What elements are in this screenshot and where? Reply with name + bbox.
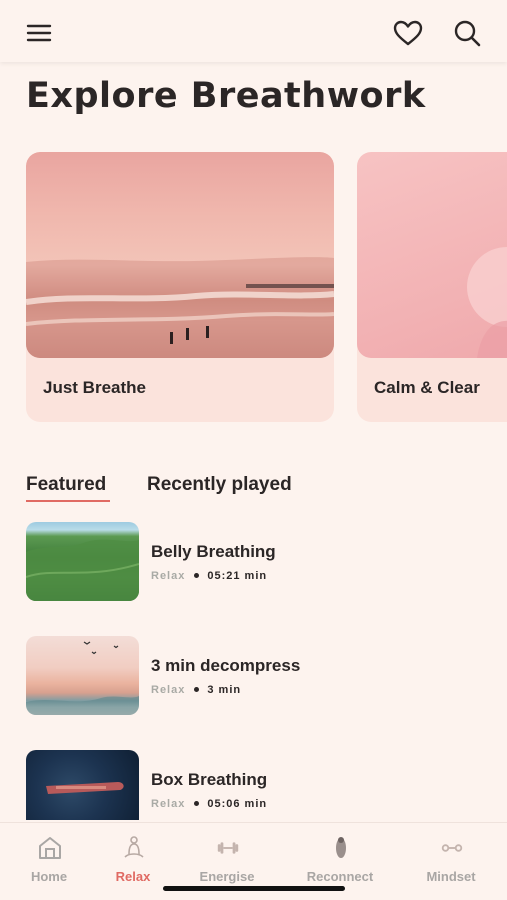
card-label: Calm & Clear xyxy=(374,378,480,397)
session-title: Box Breathing xyxy=(151,770,268,789)
session-duration: 3 min xyxy=(207,684,242,696)
session-meta: Relax 3 min xyxy=(151,684,241,696)
session-category: Relax xyxy=(151,684,186,696)
carousel-card-calm-clear[interactable]: Calm & Clear xyxy=(357,152,507,422)
home-icon xyxy=(37,835,63,861)
list-item[interactable]: Belly Breathing Relax 05:21 min xyxy=(26,522,486,602)
featured-carousel[interactable]: Just Breathe Calm & Clear xyxy=(0,152,507,424)
figure-icon xyxy=(328,835,354,861)
green-hills-thumbnail xyxy=(26,522,139,601)
nav-item-energise[interactable]: Energise xyxy=(182,833,272,891)
search-icon[interactable] xyxy=(450,16,484,50)
pink-abstract-image xyxy=(357,152,507,358)
tab-recently-played[interactable]: Recently played xyxy=(147,474,292,496)
list-item[interactable]: Box Breathing Relax 05:06 min xyxy=(26,750,486,820)
separator-dot xyxy=(194,801,200,807)
nav-label: Mindset xyxy=(426,869,476,884)
nav-label: Energise xyxy=(199,869,255,884)
separator-dot xyxy=(194,573,200,579)
session-category: Relax xyxy=(151,570,186,582)
session-meta: Relax 05:21 min xyxy=(151,570,267,582)
boat-aerial-thumbnail xyxy=(26,750,139,820)
tab-featured[interactable]: Featured xyxy=(26,474,106,496)
home-indicator xyxy=(163,886,345,891)
nav-item-mindset[interactable]: Mindset xyxy=(406,833,496,891)
card-label: Just Breathe xyxy=(43,378,146,397)
nav-label: Reconnect xyxy=(306,869,374,884)
chain-icon xyxy=(439,835,465,861)
separator-dot xyxy=(194,687,200,693)
sea-birds-thumbnail xyxy=(26,636,139,715)
session-category: Relax xyxy=(151,798,186,810)
nav-item-relax[interactable]: Relax xyxy=(88,833,178,891)
active-tab-indicator xyxy=(26,500,110,502)
meditation-icon xyxy=(121,835,147,861)
beach-image xyxy=(26,152,334,358)
session-list[interactable]: Belly Breathing Relax 05:21 min 3 min dec… xyxy=(26,522,486,820)
session-title: Belly Breathing xyxy=(151,542,276,561)
dumbbell-icon xyxy=(215,835,241,861)
page-title: Explore Breathwork xyxy=(26,76,426,116)
session-meta: Relax 05:06 min xyxy=(151,798,267,810)
nav-label: Home xyxy=(30,869,68,884)
heart-icon[interactable] xyxy=(390,16,426,50)
nav-item-home[interactable]: Home xyxy=(4,833,94,891)
session-duration: 05:06 min xyxy=(207,798,268,810)
hamburger-menu-icon[interactable] xyxy=(22,18,56,48)
nav-label: Relax xyxy=(115,869,151,884)
nav-item-reconnect[interactable]: Reconnect xyxy=(295,833,385,891)
session-title: 3 min decompress xyxy=(151,656,301,675)
carousel-card-just-breathe[interactable]: Just Breathe xyxy=(26,152,334,422)
list-item[interactable]: 3 min decompress Relax 3 min xyxy=(26,636,486,716)
session-duration: 05:21 min xyxy=(207,570,268,582)
top-bar xyxy=(0,0,507,62)
